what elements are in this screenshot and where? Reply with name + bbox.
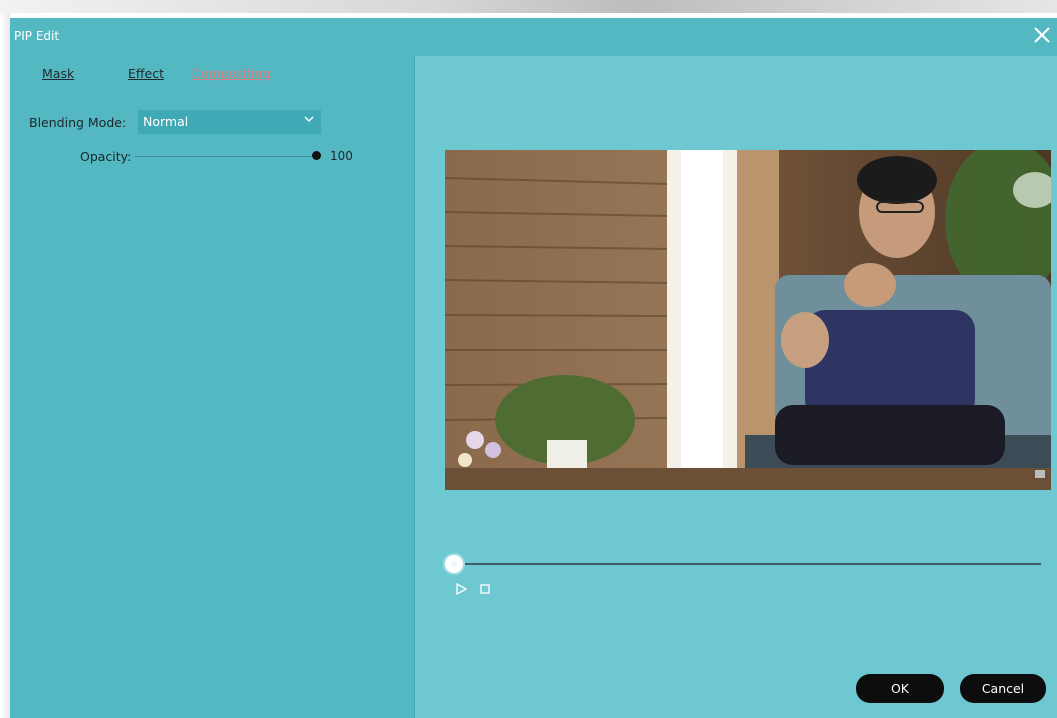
tab-effect[interactable]: Effect xyxy=(128,66,164,81)
close-button[interactable] xyxy=(1031,24,1053,46)
settings-panel: Mask Effect Compositing Blending Mode: N… xyxy=(10,56,415,718)
opacity-slider-handle[interactable] xyxy=(312,151,321,160)
window-title: PIP Edit xyxy=(14,29,60,43)
stop-icon xyxy=(480,584,490,594)
background-strip xyxy=(0,0,1057,13)
tab-mask[interactable]: Mask xyxy=(42,66,74,81)
blending-mode-value: Normal xyxy=(143,114,189,129)
title-bar: PIP Edit xyxy=(10,18,1057,56)
app-window: PIP Edit Mask Effect Compositing Blendin… xyxy=(0,0,1057,718)
background-edge xyxy=(0,13,10,718)
opacity-slider-track[interactable] xyxy=(135,156,315,157)
preview-panel: OK Cancel xyxy=(415,56,1057,718)
stop-button[interactable] xyxy=(479,580,491,594)
ok-button[interactable]: OK xyxy=(856,674,944,703)
play-button[interactable] xyxy=(455,580,468,596)
blending-mode-select[interactable]: Normal xyxy=(138,110,321,134)
preview-image xyxy=(445,150,1051,490)
pip-edit-dialog: PIP Edit Mask Effect Compositing Blendin… xyxy=(10,18,1057,718)
chevron-down-icon xyxy=(304,116,314,123)
play-icon xyxy=(456,582,468,596)
blending-mode-label: Blending Mode: xyxy=(29,115,127,130)
timeline-track[interactable] xyxy=(453,563,1041,565)
playhead-handle[interactable] xyxy=(445,555,463,573)
tab-compositing[interactable]: Compositing xyxy=(192,66,270,81)
opacity-value: 100 xyxy=(330,149,353,163)
cancel-button[interactable]: Cancel xyxy=(960,674,1046,703)
opacity-label: Opacity: xyxy=(80,149,132,164)
close-icon xyxy=(1034,27,1050,43)
video-preview xyxy=(445,150,1051,490)
